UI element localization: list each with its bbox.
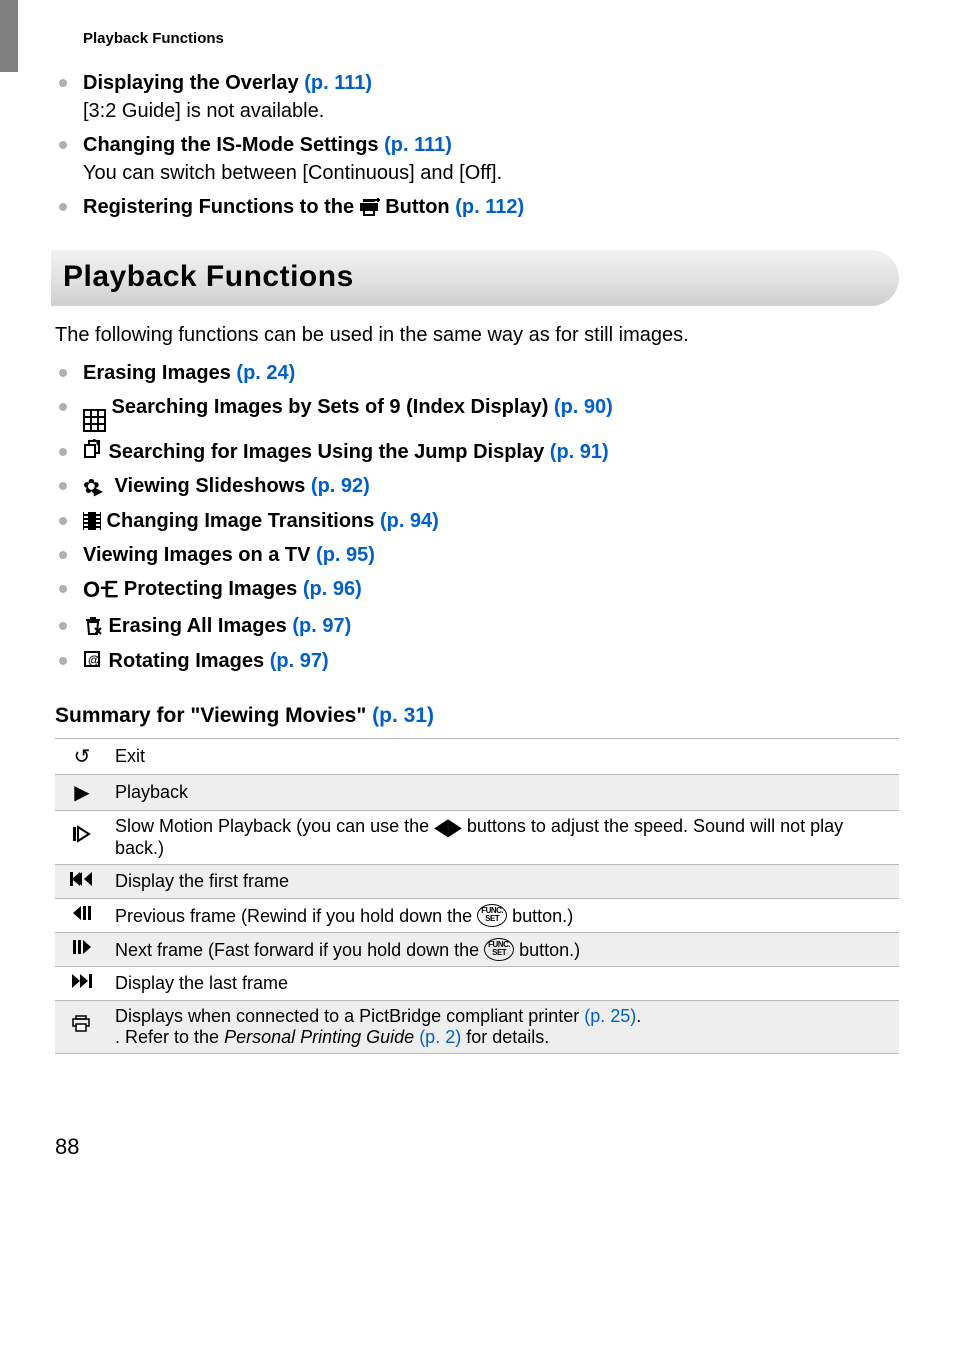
section-title: Playback Functions [63,260,879,294]
item-title-post: Button [380,196,456,218]
cell-desc: Display the last frame [109,966,899,1000]
exit-icon: ↺ [55,738,109,774]
table-row: ↺ Exit [55,738,899,774]
index-display-icon [83,409,106,432]
list-item: Erasing All Images (p. 97) [55,612,899,641]
running-header: Playback Functions [83,30,899,47]
func-set-button-icon: FUNC.SET [477,904,507,927]
table-row: Slow Motion Playback (you can use the ◀▶… [55,810,899,864]
item-label: Searching for Images Using the Jump Disp… [103,441,550,463]
print-icon [55,1000,109,1053]
cell-desc: Display the first frame [109,864,899,898]
page-ref-link[interactable]: (p. 111) [384,134,452,156]
page-number: 88 [55,1134,899,1160]
item-title-pre: Registering Functions to the [83,196,360,218]
prev-frame-icon [55,898,109,932]
cell-desc: Slow Motion Playback (you can use the ◀▶… [109,810,899,864]
first-frame-icon [55,864,109,898]
list-item: Displaying the Overlay (p. 111) [3:2 Gui… [55,69,899,125]
page-ref-link[interactable]: (p. 31) [372,704,434,727]
list-item: Viewing Images on a TV (p. 95) [55,541,899,569]
cell-desc: Playback [109,774,899,810]
page-ref-link[interactable]: (p. 91) [550,441,609,463]
svg-text:@: @ [88,653,100,667]
slow-motion-icon [55,810,109,864]
table-row: ▶ Playback [55,774,899,810]
list-item: ✿▶ Viewing Slideshows (p. 92) [55,472,899,501]
func-set-button-icon: FUNC.SET [484,938,514,961]
list-item: Changing the IS-Mode Settings (p. 111) Y… [55,131,899,187]
erase-all-icon [83,613,103,641]
last-frame-icon [55,966,109,1000]
desc-pre: Next frame (Fast forward if you hold dow… [115,940,484,960]
desc-post: button.) [507,906,573,926]
desc-part: Displays when connected to a PictBridge … [115,1006,584,1026]
page-ref-link[interactable]: (p. 94) [380,510,439,532]
transitions-icon [83,512,101,530]
section-intro: The following functions can be used in t… [55,324,899,347]
list-item: Changing Image Transitions (p. 94) [55,507,899,535]
print-shortcut-icon [360,194,380,222]
page-ref-link[interactable]: (p. 97) [292,615,351,637]
table-row: Display the first frame [55,864,899,898]
play-icon: ▶ [55,774,109,810]
page-ref-link[interactable]: (p. 95) [316,544,375,566]
cell-desc: Next frame (Fast forward if you hold dow… [109,932,899,966]
table-row: Displays when connected to a PictBridge … [55,1000,899,1053]
cell-desc: Displays when connected to a PictBridge … [109,1000,899,1053]
cell-desc: Exit [109,738,899,774]
list-item: @ Rotating Images (p. 97) [55,647,899,676]
side-tab [0,0,18,72]
summary-heading: Summary for "Viewing Movies" (p. 31) [55,704,899,728]
list-item: Searching Images by Sets of 9 (Index Dis… [55,393,899,432]
page-ref-link[interactable]: (p. 111) [304,72,372,94]
left-right-arrows-icon: ◀▶ [434,814,462,841]
list-item: Searching for Images Using the Jump Disp… [55,438,899,467]
page-ref-link[interactable]: (p. 25) [584,1006,636,1026]
page-ref-link[interactable]: (p. 97) [270,650,329,672]
page-ref-link[interactable]: (p. 24) [236,362,295,384]
desc-part: . [636,1006,641,1026]
summary-heading-text: Summary for "Viewing Movies" [55,704,372,727]
page-ref-link[interactable]: (p. 96) [303,578,362,600]
desc-part: for details. [461,1027,549,1047]
item-label: Changing Image Transitions [101,510,380,532]
page-ref-link[interactable]: (p. 112) [455,196,524,218]
page-ref-link[interactable]: (p. 92) [311,475,370,497]
desc-post: button.) [514,940,580,960]
item-label: Searching Images by Sets of 9 (Index Dis… [106,396,554,418]
rotate-icon: @ [83,648,103,676]
item-subtext: You can switch between [Continuous] and … [83,159,899,187]
section-banner: Playback Functions [51,250,899,306]
guide-title: Personal Printing Guide [224,1027,414,1047]
desc-part: . Refer to the [115,1027,224,1047]
next-frame-icon [55,932,109,966]
slideshow-icon: ✿▶ [83,473,109,501]
protect-icon: O🝗 [83,575,118,606]
item-label: Viewing Images on a TV [83,544,316,566]
item-subtext: [3:2 Guide] is not available. [83,97,899,125]
item-label: Rotating Images [103,650,270,672]
item-label: Protecting Images [118,578,303,600]
table-row: Display the last frame [55,966,899,1000]
table-row: Previous frame (Rewind if you hold down … [55,898,899,932]
item-label: Erasing All Images [103,615,292,637]
cell-desc: Previous frame (Rewind if you hold down … [109,898,899,932]
list-item: Erasing Images (p. 24) [55,359,899,387]
jump-display-icon [83,438,103,466]
item-label: Viewing Slideshows [109,475,311,497]
list-item: O🝗 Protecting Images (p. 96) [55,575,899,606]
desc-pre: Previous frame (Rewind if you hold down … [115,906,477,926]
movie-controls-table: ↺ Exit ▶ Playback Slow Motion Playback (… [55,738,899,1054]
function-list: Erasing Images (p. 24) Searching Images … [55,359,899,676]
item-label: Erasing Images [83,362,236,384]
desc-pre: Slow Motion Playback (you can use the [115,816,434,836]
page-ref-link[interactable]: (p. 90) [554,396,613,418]
top-bullet-list: Displaying the Overlay (p. 111) [3:2 Gui… [55,69,899,222]
list-item: Registering Functions to the Button (p. … [55,193,899,222]
item-title: Changing the IS-Mode Settings [83,134,384,156]
item-title: Displaying the Overlay [83,72,304,94]
page-ref-link[interactable]: (p. 2) [419,1027,461,1047]
table-row: Next frame (Fast forward if you hold dow… [55,932,899,966]
